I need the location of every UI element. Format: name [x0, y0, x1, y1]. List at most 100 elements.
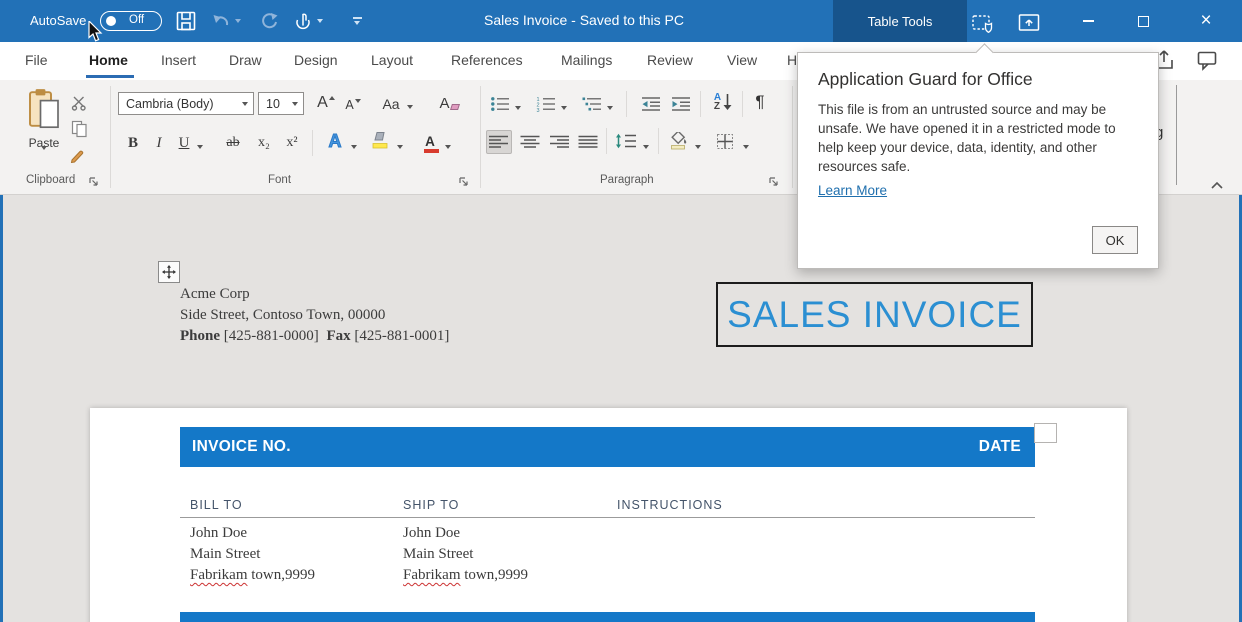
font-name-combobox[interactable]: Cambria (Body) [118, 92, 254, 115]
tab-home[interactable]: Home [89, 52, 128, 68]
multilevel-dropdown[interactable] [604, 97, 616, 119]
maximize-button[interactable] [1121, 0, 1165, 42]
paste-button[interactable]: Paste [22, 88, 66, 168]
bill-to-city: Fabrikam town,9999 [190, 567, 315, 584]
copy-button[interactable] [68, 118, 90, 140]
underline-button[interactable]: U [174, 132, 194, 154]
align-left-button[interactable] [486, 130, 512, 154]
sort-button[interactable]: A Z [708, 91, 738, 113]
tab-insert[interactable]: Insert [161, 52, 196, 68]
close-button[interactable]: × [1184, 0, 1228, 42]
undo-icon [212, 12, 231, 30]
strikethrough-button[interactable]: ab [220, 132, 246, 154]
phone-value: [425-881-0000] [223, 328, 319, 344]
clear-formatting-button[interactable]: A [436, 92, 462, 114]
grow-font-button[interactable]: A [314, 92, 338, 114]
phone-label: Phone [180, 328, 221, 344]
tab-mailings[interactable]: Mailings [561, 52, 612, 68]
highlight-button[interactable] [368, 130, 392, 152]
chevron-up-icon [1211, 181, 1223, 189]
ship-to-name: John Doe [403, 525, 461, 541]
numbering-dropdown[interactable] [558, 97, 570, 119]
tab-layout[interactable]: Layout [371, 52, 413, 68]
change-case-button[interactable]: Aa [378, 93, 404, 115]
close-icon: × [1200, 10, 1212, 31]
show-formatting-marks-button[interactable]: ¶ [748, 91, 772, 113]
align-right-button[interactable] [546, 130, 572, 154]
change-case-dropdown[interactable] [404, 96, 416, 118]
table-move-handle[interactable] [158, 261, 180, 283]
align-center-button[interactable] [517, 130, 543, 154]
align-left-icon [489, 135, 509, 149]
tab-file[interactable]: File [25, 52, 48, 68]
word-window: AutoSave Off Sales Invoice - Saved to th… [0, 0, 1242, 622]
learn-more-link[interactable]: Learn More [818, 183, 887, 198]
shading-button[interactable] [666, 130, 692, 152]
borders-dropdown[interactable] [740, 136, 752, 158]
copy-icon [71, 120, 88, 138]
text-effects-button[interactable]: A [322, 130, 348, 152]
sort-icon: A Z [714, 93, 732, 112]
numbering-button[interactable]: 123 [534, 93, 558, 115]
customize-quick-access-toolbar-button[interactable] [344, 8, 370, 34]
line-spacing-button[interactable] [612, 130, 640, 152]
minimize-button[interactable] [1066, 0, 1110, 42]
font-dialog-launcher[interactable] [458, 176, 469, 187]
window-title: Sales Invoice - Saved to this PC [484, 12, 684, 28]
tab-view[interactable]: View [727, 52, 757, 68]
tab-references[interactable]: References [451, 52, 523, 68]
bullets-button[interactable] [488, 93, 512, 115]
minimize-icon [1082, 20, 1094, 22]
decrease-indent-icon [641, 96, 661, 112]
collapse-ribbon-button[interactable] [1206, 174, 1228, 196]
line-spacing-dropdown[interactable] [640, 136, 652, 158]
move-cross-icon [162, 265, 176, 279]
font-size-combobox[interactable]: 10 [258, 92, 304, 115]
shrink-font-button[interactable]: A [342, 94, 364, 116]
active-tab-underline [86, 75, 134, 78]
text-effects-dropdown[interactable] [348, 136, 360, 158]
application-guard-button[interactable] [970, 10, 996, 36]
subscript-button[interactable]: x₂ [252, 132, 276, 154]
popup-body-text: This file is from an untrusted source an… [818, 102, 1116, 174]
multilevel-list-button[interactable] [580, 93, 604, 115]
touch-mode-dropdown[interactable] [314, 8, 326, 34]
autosave-label: AutoSave [30, 13, 87, 28]
format-painter-button[interactable] [68, 144, 90, 166]
autosave-toggle[interactable]: Off [100, 11, 162, 31]
undo-dropdown[interactable] [232, 8, 244, 34]
tab-design[interactable]: Design [294, 52, 338, 68]
pilcrow-icon: ¶ [755, 92, 765, 111]
clipboard-dialog-launcher[interactable] [88, 176, 99, 187]
undo-button[interactable] [208, 8, 234, 34]
cut-button[interactable] [68, 92, 90, 114]
redo-button[interactable] [256, 8, 282, 34]
font-color-dropdown[interactable] [442, 136, 454, 158]
borders-grid-icon [716, 133, 734, 150]
ok-label: OK [1105, 232, 1125, 248]
highlight-dropdown[interactable] [394, 136, 406, 158]
save-button[interactable] [173, 8, 199, 34]
decrease-indent-button[interactable] [638, 93, 664, 115]
bullets-dropdown[interactable] [512, 97, 524, 119]
shading-dropdown[interactable] [692, 136, 704, 158]
superscript-button[interactable]: x² [280, 132, 304, 154]
increase-indent-button[interactable] [668, 93, 694, 115]
comments-button[interactable] [1196, 49, 1218, 71]
tab-review[interactable]: Review [647, 52, 693, 68]
bold-button[interactable]: B [122, 132, 144, 154]
tab-help-partial[interactable]: H [787, 52, 797, 68]
ribbon-display-options-button[interactable] [1016, 9, 1042, 35]
justify-button[interactable] [575, 130, 601, 154]
italic-button[interactable]: I [150, 132, 168, 154]
date-label: DATE [978, 438, 1021, 455]
tab-draw[interactable]: Draw [229, 52, 262, 68]
borders-button[interactable] [712, 130, 738, 152]
font-color-button[interactable]: A [418, 130, 442, 153]
ok-button[interactable]: OK [1092, 226, 1138, 254]
touch-mode-button[interactable] [290, 8, 316, 34]
paragraph-dialog-launcher[interactable] [768, 176, 779, 187]
underline-dropdown[interactable] [194, 136, 206, 158]
svg-text:3: 3 [537, 108, 540, 112]
context-tab-table-tools[interactable]: Table Tools [833, 0, 967, 42]
